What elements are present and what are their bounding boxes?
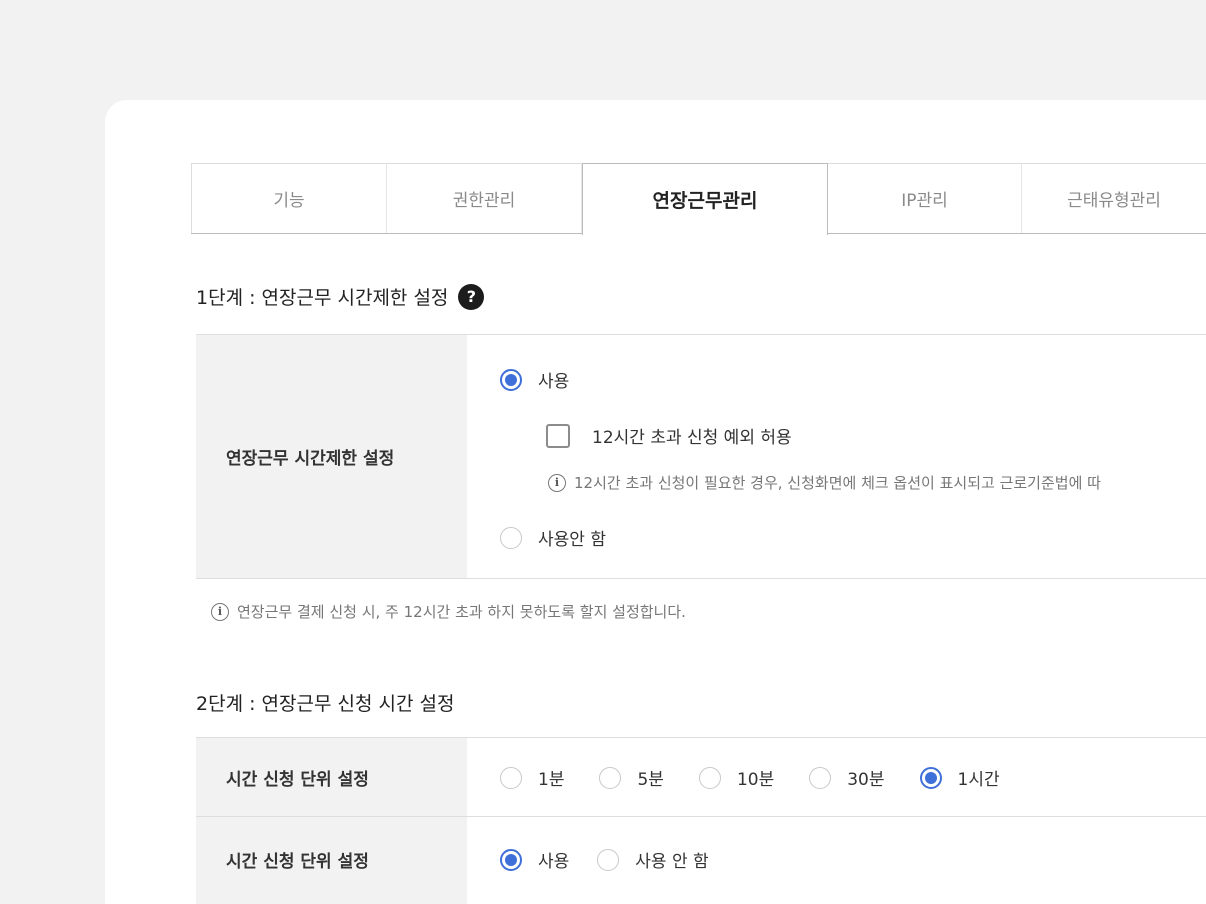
radio-selected-icon [500, 368, 522, 391]
tab-feature[interactable]: 기능 [191, 163, 387, 233]
section1-table: 연장근무 시간제한 설정 사용 12시간 초과 신청 예외 허용 i 12시간 … [196, 334, 1206, 579]
table-row: 시간 신청 단위 설정 1분 5분 10분 30분 1시간 [196, 738, 1206, 817]
checkbox-label: 12시간 초과 신청 예외 허용 [592, 428, 792, 448]
radio-label: 1분 [538, 770, 565, 790]
radio-10min[interactable]: 10분 [698, 765, 775, 790]
radio-label: 10분 [736, 770, 775, 790]
footer-note-text: 연장근무 결제 신청 시, 주 12시간 초과 하지 못하도록 할지 설정합니다… [237, 603, 686, 621]
radio-unselected-icon [500, 526, 522, 549]
tab-ip[interactable]: IP관리 [828, 163, 1022, 233]
row-options: 1분 5분 10분 30분 1시간 [467, 738, 1206, 816]
radio-label: 사용 [538, 852, 570, 872]
tab-bar: 기능 권한관리 연장근무관리 IP관리 근태유형관리 [191, 163, 1206, 235]
checkbox-note-text: 12시간 초과 신청이 필요한 경우, 신청화면에 체크 옵션이 표시되고 근로… [574, 474, 1101, 492]
radio-unselected-icon [500, 766, 522, 789]
radio-label: 사용안 함 [538, 530, 606, 550]
table-row: 시간 신청 단위 설정 사용 사용 안 함 [196, 817, 1206, 904]
section1-footer-note: i 연장근무 결제 신청 시, 주 12시간 초과 하지 못하도록 할지 설정합… [211, 601, 686, 622]
radio-30min[interactable]: 30분 [809, 765, 885, 790]
radio-unselected-icon [698, 766, 721, 789]
row-options: 사용 사용 안 함 [467, 817, 1206, 904]
tab-attendance-type[interactable]: 근태유형관리 [1022, 163, 1206, 233]
row-label: 시간 신청 단위 설정 [196, 817, 467, 904]
radio-label: 사용 안 함 [635, 852, 709, 872]
row-options: 사용 12시간 초과 신청 예외 허용 i 12시간 초과 신청이 필요한 경우… [467, 335, 1206, 578]
row-label: 연장근무 시간제한 설정 [196, 335, 467, 578]
tab-permission[interactable]: 권한관리 [387, 163, 582, 233]
radio-label: 30분 [847, 770, 885, 790]
section1-title-wrap: 1단계 : 연장근무 시간제한 설정 ? [196, 283, 485, 310]
radio-unselected-icon [599, 766, 622, 789]
section2-table: 시간 신청 단위 설정 1분 5분 10분 30분 1시간 시간 신청 단위 설… [196, 737, 1206, 904]
radio-unselected-icon [809, 766, 832, 789]
section2-title-wrap: 2단계 : 연장근무 신청 시간 설정 [196, 689, 454, 716]
checkbox-note: i 12시간 초과 신청이 필요한 경우, 신청화면에 체크 옵션이 표시되고 … [548, 472, 1101, 493]
checkbox-icon [546, 423, 570, 448]
radio-not-use[interactable]: 사용안 함 [500, 525, 606, 550]
section1-title: 1단계 : 연장근무 시간제한 설정 [196, 287, 449, 309]
radio-selected-icon [500, 848, 522, 871]
radio-label: 5분 [637, 770, 664, 790]
radio-5min[interactable]: 5분 [599, 765, 664, 790]
question-circle-icon[interactable]: ? [458, 283, 485, 310]
radio-1min[interactable]: 1분 [500, 765, 564, 790]
radio-label: 1시간 [957, 770, 1000, 790]
radio-1hour[interactable]: 1시간 [919, 765, 1000, 790]
section2-title: 2단계 : 연장근무 신청 시간 설정 [196, 693, 455, 715]
table-row: 연장근무 시간제한 설정 사용 12시간 초과 신청 예외 허용 i 12시간 … [196, 335, 1206, 579]
radio-use[interactable]: 사용 [500, 367, 569, 392]
app-frame: 기능 권한관리 연장근무관리 IP관리 근태유형관리 1단계 : 연장근무 시간… [0, 0, 1206, 904]
radio-label: 사용 [538, 372, 570, 392]
radio-not-use[interactable]: 사용 안 함 [597, 847, 709, 872]
radio-selected-icon [919, 766, 942, 789]
radio-unselected-icon [597, 848, 620, 871]
info-icon: i [548, 473, 566, 492]
radio-use[interactable]: 사용 [500, 847, 569, 872]
tab-overtime[interactable]: 연장근무관리 [582, 163, 828, 235]
settings-card: 기능 권한관리 연장근무관리 IP관리 근태유형관리 1단계 : 연장근무 시간… [105, 100, 1206, 904]
info-icon: i [211, 602, 229, 621]
row-label: 시간 신청 단위 설정 [196, 738, 467, 816]
checkbox-exception[interactable]: 12시간 초과 신청 예외 허용 [546, 423, 792, 448]
